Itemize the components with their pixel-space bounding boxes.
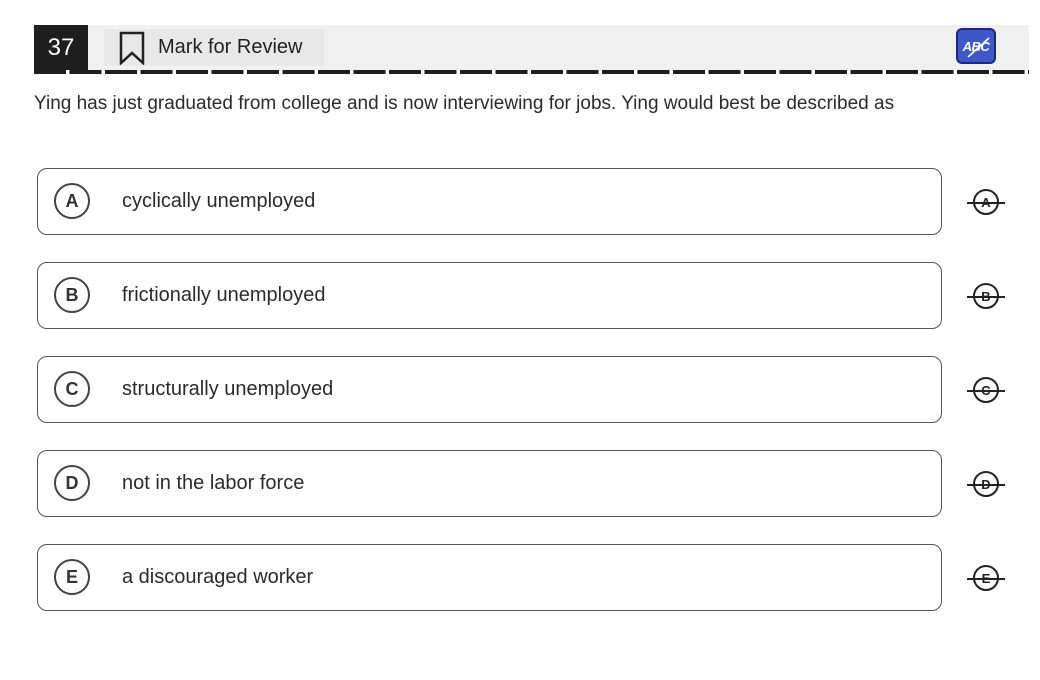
choice-d-text: not in the labor force [122, 471, 305, 494]
choice-a-letter: A [54, 183, 90, 219]
bookmark-icon [118, 31, 146, 65]
choice-e-letter: E [54, 559, 90, 595]
eliminate-choice-a-button[interactable]: A [967, 185, 1005, 223]
choice-c-letter: C [54, 371, 90, 407]
choice-b-letter: B [54, 277, 90, 313]
choice-c-text: structurally unemployed [122, 377, 334, 400]
mark-for-review-label: Mark for Review [158, 36, 303, 58]
eliminate-choice-b-button[interactable]: B [967, 279, 1005, 317]
mark-for-review-button[interactable]: Mark for Review [104, 29, 324, 66]
choice-e-option[interactable]: E a discouraged worker [37, 544, 942, 611]
strike-line [967, 296, 1005, 298]
strike-line [967, 484, 1005, 486]
question-progress-divider [34, 70, 1029, 74]
eliminate-choice-e-button[interactable]: E [967, 561, 1005, 599]
eliminate-choice-c-button[interactable]: C [967, 373, 1005, 411]
choice-d-option[interactable]: D not in the labor force [37, 450, 942, 517]
choice-b-option[interactable]: B frictionally unemployed [37, 262, 942, 329]
answer-eliminator-toggle-button[interactable]: ABC [956, 28, 996, 64]
eliminate-choice-d-button[interactable]: D [967, 467, 1005, 505]
strike-line [967, 390, 1005, 392]
question-text: Ying has just graduated from college and… [34, 93, 895, 114]
choice-b-text: frictionally unemployed [122, 283, 326, 306]
choice-a-option[interactable]: A cyclically unemployed [37, 168, 942, 235]
strike-line [967, 578, 1005, 580]
choice-c-option[interactable]: C structurally unemployed [37, 356, 942, 423]
choice-a-text: cyclically unemployed [122, 189, 316, 212]
strike-slash-icon [967, 37, 990, 58]
choice-d-letter: D [54, 465, 90, 501]
question-number: 37 [34, 25, 88, 70]
strike-line [967, 202, 1005, 204]
choice-e-text: a discouraged worker [122, 565, 314, 588]
